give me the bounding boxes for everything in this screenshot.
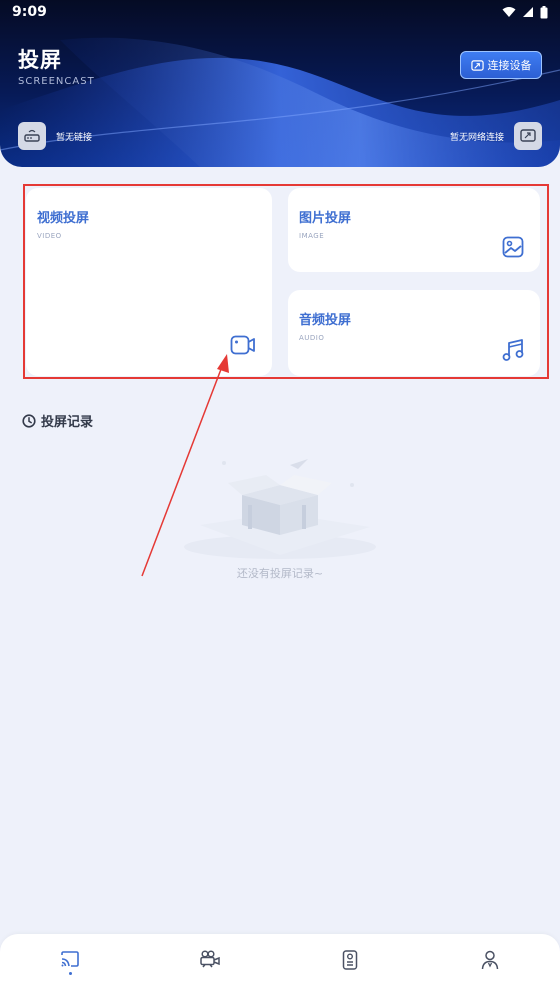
screencast-icon <box>470 59 484 71</box>
camera-icon <box>200 950 220 968</box>
page-title: 投屏 <box>18 48 62 72</box>
empty-box-illustration <box>184 459 376 559</box>
network-connection-status[interactable]: 暂无网络连接 <box>450 122 542 150</box>
router-icon <box>18 122 46 150</box>
nav-profile[interactable] <box>460 934 520 984</box>
cast-icon <box>61 951 79 967</box>
system-icons <box>502 5 548 19</box>
nav-remote[interactable] <box>320 934 380 984</box>
connect-device-button[interactable]: 连接设备 <box>460 51 542 79</box>
nav-cast[interactable] <box>40 934 100 984</box>
records-title: 投屏记录 <box>41 415 94 430</box>
highlight-frame <box>23 184 549 379</box>
device-connection-status[interactable]: 暂无链接 <box>18 122 92 150</box>
status-bar: 9:09 <box>0 0 560 24</box>
battery-icon <box>540 5 548 18</box>
bottom-navigation <box>0 934 560 996</box>
header-banner: 投屏 SCREENCAST 连接设备 暂无链接 暂无网络连接 <box>0 0 560 167</box>
empty-records-message: 还没有投屏记录~ <box>236 567 324 580</box>
user-icon <box>481 950 499 970</box>
status-time: 9:09 <box>12 4 47 20</box>
page-subtitle: SCREENCAST <box>18 76 95 87</box>
remote-icon <box>342 950 358 970</box>
wifi-icon <box>502 7 516 17</box>
network-status-label: 暂无网络连接 <box>449 132 504 143</box>
clock-icon <box>22 413 36 428</box>
nav-active-dot <box>68 972 72 975</box>
tv-cast-icon <box>514 122 542 150</box>
signal-icon <box>523 7 533 17</box>
device-status-label: 暂无链接 <box>56 132 93 143</box>
nav-camera[interactable] <box>180 934 240 984</box>
records-section-header: 投屏记录 <box>22 411 93 430</box>
connect-device-label: 连接设备 <box>487 59 532 72</box>
